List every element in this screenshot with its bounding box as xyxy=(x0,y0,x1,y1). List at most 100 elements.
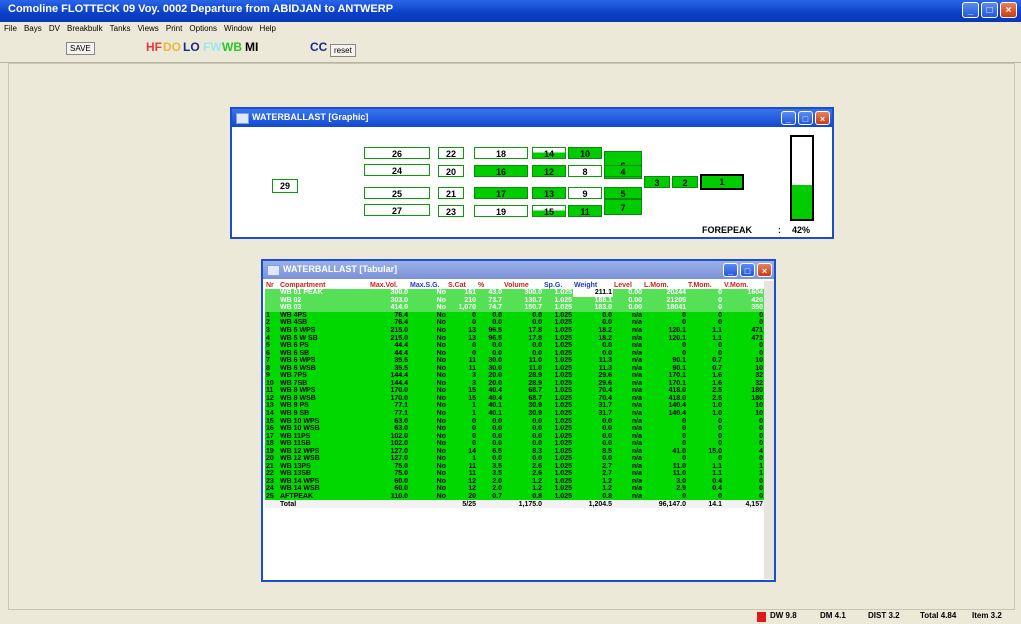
cc-button[interactable]: CC xyxy=(310,40,327,54)
header-weight[interactable]: Weight xyxy=(573,281,613,289)
wb-button[interactable]: WB xyxy=(222,40,242,54)
minimize-button[interactable]: _ xyxy=(781,111,796,125)
tank-17[interactable]: 17 xyxy=(474,187,528,199)
table-row[interactable]: 8 WB 6 WSB 35.5 No 11 30.0 11.0 1.025 11.3 n/a 90.… xyxy=(265,364,764,373)
table-row[interactable]: 19 WB 12 WPS 127.0 No 14 6.5 8.3 1.025 8.5 n/a 41.… xyxy=(265,447,764,456)
cell-weight[interactable]: 2.7 xyxy=(573,462,613,471)
table-row[interactable]: 18 WB 11SB 102.0 No 0 0.0 0.0 1.025 0.0 n/a 0 0 0 xyxy=(265,439,764,448)
table-row[interactable]: 15 WB 10 WPS 63.0 No 0 0.0 0.0 1.025 0.0 n/a 0 0 0 xyxy=(265,417,764,425)
cell-weight[interactable]: 1.2 xyxy=(573,485,613,493)
cell-weight[interactable]: 8.5 xyxy=(573,447,613,456)
close-button[interactable]: × xyxy=(1000,2,1017,18)
header-tmom[interactable]: T.Mom. xyxy=(687,281,723,289)
cell-weight[interactable]: 11.3 xyxy=(573,356,613,365)
cell-weight[interactable]: 29.6 xyxy=(573,372,613,380)
cell-weight[interactable]: 2.7 xyxy=(573,470,613,478)
table-row[interactable]: 5 WB 6 PS 44.4 No 0 0.0 0.0 1.025 0.0 n/a 0 0 0 xyxy=(265,341,764,350)
table-row[interactable]: 11 WB 8 WPS 170.0 No 15 40.4 68.7 1.025 70.4 n/a 4… xyxy=(265,387,764,395)
cell-weight[interactable]: 0.0 xyxy=(573,319,613,327)
tank-10[interactable]: 10 xyxy=(568,147,602,159)
tank-13[interactable]: 13 xyxy=(532,187,566,199)
table-row[interactable]: 20 WB 12 WSB 127.0 No 1 0.0 0.0 1.025 0.0 n/a 0 0 0 xyxy=(265,455,764,463)
tank-16[interactable]: 16 xyxy=(474,165,528,177)
header-volume[interactable]: Volume xyxy=(503,281,543,289)
cell-weight[interactable]: 0.0 xyxy=(573,349,613,357)
header-compartment[interactable]: Compartment xyxy=(279,281,369,289)
cell-weight[interactable]: 0.0 xyxy=(573,417,613,425)
menu-options[interactable]: Options xyxy=(189,24,217,33)
cell-weight[interactable]: 29.6 xyxy=(573,379,613,388)
mi-button[interactable]: MI xyxy=(245,40,258,54)
save-button[interactable]: SAVE xyxy=(66,42,95,55)
header-percent[interactable]: % xyxy=(477,281,503,289)
maximize-button[interactable]: □ xyxy=(740,263,755,277)
cell-weight[interactable]: 0.0 xyxy=(573,341,613,350)
table-row[interactable]: 7 WB 6 WPS 35.5 No 11 30.0 11.0 1.025 11.3 n/a 90.… xyxy=(265,356,764,365)
close-button[interactable]: × xyxy=(815,111,830,125)
table-row[interactable]: 9 WB 7PS 144.4 No 3 20.0 28.9 1.025 29.6 n/a 170.1… xyxy=(265,372,764,380)
cell-weight[interactable]: 70.4 xyxy=(573,394,613,403)
table-row[interactable]: 6 WB 6 SB 44.4 No 0 0.0 0.0 1.025 0.0 n/a 0 0 0 xyxy=(265,349,764,357)
cell-weight[interactable]: 0.0 xyxy=(573,432,613,440)
cell-weight[interactable]: 18.2 xyxy=(573,334,613,342)
header-max-vol[interactable]: Max.Vol. xyxy=(369,281,409,289)
cell-weight[interactable]: 0.0 xyxy=(573,311,613,320)
tank-11[interactable]: 11 xyxy=(568,205,602,217)
menu-dv[interactable]: DV xyxy=(49,24,60,33)
tank-8[interactable]: 8 xyxy=(568,165,602,177)
menu-window[interactable]: Window xyxy=(224,24,252,33)
fw-button[interactable]: FW xyxy=(203,40,222,54)
tank-19[interactable]: 19 xyxy=(474,205,528,217)
tank-24[interactable]: 24 xyxy=(364,164,430,176)
cell-weight[interactable]: 0.0 xyxy=(573,439,613,448)
minimize-button[interactable]: _ xyxy=(723,263,738,277)
cell-weight[interactable]: 1.2 xyxy=(573,477,613,486)
table-row[interactable]: 4 WB 5 W SB 215.0 No 13 96.5 17.8 1.025 18.2 n/a 1… xyxy=(265,334,764,342)
table-row[interactable]: WB 01 PEAK 300.0 No 161 43.0 300.0 1.025 211.1 0… xyxy=(265,289,764,297)
header-scat[interactable]: S.Cat xyxy=(447,281,477,289)
tank-5[interactable]: 5 xyxy=(604,187,642,199)
table-row[interactable]: 25 AFTPEAK 110.0 No 20 0.7 0.8 1.025 0.8 n/a 0 0 0 xyxy=(265,492,764,501)
cell-weight[interactable]: 70.4 xyxy=(573,387,613,395)
header-max-sg[interactable]: Max.S.G. xyxy=(409,281,447,289)
cell-weight[interactable]: 11.3 xyxy=(573,364,613,373)
table-row[interactable]: 14 WB 9 SB 77.1 No 1 40.1 30.9 1.025 31.7 n/a 140.… xyxy=(265,409,764,418)
table-row[interactable]: 1 WB 4PS 76.4 No 0 0.0 0.0 1.025 0.0 n/a 0 0 0 xyxy=(265,311,764,320)
table-row[interactable]: 12 WB 8 WSB 170.0 No 15 40.4 68.7 1.025 70.4 n/a 4… xyxy=(265,394,764,403)
tank-2[interactable]: 2 xyxy=(672,176,698,188)
menu-file[interactable]: File xyxy=(4,24,17,33)
tank-26[interactable]: 26 xyxy=(364,147,430,159)
cell-weight[interactable]: 18.2 xyxy=(573,326,613,335)
menu-views[interactable]: Views xyxy=(138,24,159,33)
table-row[interactable]: 24 WB 14 WSB 60.0 No 12 2.0 1.2 1.025 1.2 n/a 2.9 0… xyxy=(265,485,764,493)
table-row[interactable]: 13 WB 9 PS 77.1 No 1 40.1 30.9 1.025 31.7 n/a 140.… xyxy=(265,402,764,410)
cell-weight[interactable]: 0.8 xyxy=(573,492,613,501)
table-scrollbar[interactable] xyxy=(764,281,774,579)
tabular-window-titlebar[interactable]: WATERBALLAST [Tabular] _ □ × xyxy=(263,261,774,279)
cell-weight[interactable]: 31.7 xyxy=(573,409,613,418)
tank-22[interactable]: 22 xyxy=(438,147,464,159)
table-row[interactable]: 3 WB 5 WPS 215.0 No 13 96.5 17.8 1.025 18.2 n/a 12… xyxy=(265,326,764,335)
cell-weight[interactable]: 0.0 xyxy=(573,424,613,433)
table-row[interactable]: 17 WB 11PS 102.0 No 0 0.0 0.0 1.025 0.0 n/a 0 0 0 xyxy=(265,432,764,440)
tank-27[interactable]: 27 xyxy=(364,204,430,216)
tank-14[interactable]: 14 xyxy=(532,147,566,159)
tank-4[interactable]: 4 xyxy=(604,165,642,177)
tank-21[interactable]: 21 xyxy=(438,187,464,199)
maximize-button[interactable]: □ xyxy=(798,111,813,125)
cell-weight[interactable]: 0.0 xyxy=(573,455,613,463)
table-row[interactable]: WB 03 414.0 No 1,070 74.7 150.7 1.025 183.0 0.00… xyxy=(265,304,764,312)
hf-button[interactable]: HF xyxy=(146,40,162,54)
menu-tanks[interactable]: Tanks xyxy=(110,24,131,33)
table-row[interactable]: 10 WB 7SB 144.4 No 3 20.0 28.9 1.025 29.6 n/a 170.… xyxy=(265,379,764,388)
menu-breakbulk[interactable]: Breakbulk xyxy=(67,24,103,33)
cell-weight[interactable]: 188.1 xyxy=(573,296,613,305)
tank-23[interactable]: 23 xyxy=(438,205,464,217)
header-spg[interactable]: Sp.G. xyxy=(543,281,573,289)
tank-18[interactable]: 18 xyxy=(474,147,528,159)
tank-9[interactable]: 9 xyxy=(568,187,602,199)
tank-29[interactable]: 29 xyxy=(272,179,298,193)
graphic-window-titlebar[interactable]: WATERBALLAST [Graphic] _ □ × xyxy=(232,109,832,127)
menu-help[interactable]: Help xyxy=(260,24,276,33)
menu-bays[interactable]: Bays xyxy=(24,24,42,33)
